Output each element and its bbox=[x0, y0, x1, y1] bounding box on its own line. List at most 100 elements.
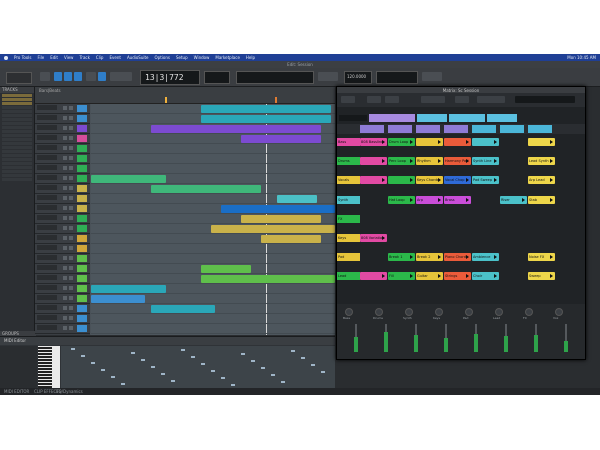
tracks-panel-item[interactable] bbox=[2, 138, 32, 141]
menu-clip[interactable]: Clip bbox=[96, 55, 104, 60]
midi-note[interactable] bbox=[261, 367, 265, 369]
transport-controls[interactable] bbox=[318, 72, 338, 81]
track-name-field[interactable] bbox=[37, 245, 57, 250]
midi-note[interactable] bbox=[281, 381, 285, 383]
black-key[interactable] bbox=[38, 350, 52, 352]
midi-note[interactable] bbox=[201, 363, 205, 365]
audio-clip[interactable] bbox=[201, 265, 251, 273]
clip-cell[interactable]: Arp Lead bbox=[528, 176, 555, 185]
black-key[interactable] bbox=[38, 353, 52, 355]
channel-fader[interactable] bbox=[354, 324, 358, 352]
mute-button[interactable] bbox=[69, 116, 73, 120]
solo-button[interactable] bbox=[63, 286, 67, 290]
menu-setup[interactable]: Setup bbox=[176, 55, 188, 60]
clip-play-icon[interactable] bbox=[494, 140, 497, 144]
track-header[interactable] bbox=[35, 294, 90, 304]
mute-button[interactable] bbox=[69, 206, 73, 210]
clip-play-icon[interactable] bbox=[466, 159, 469, 164]
mute-button[interactable] bbox=[69, 326, 73, 330]
clip-cell[interactable]: Pad Sweep bbox=[472, 176, 499, 185]
matrix-view-button[interactable] bbox=[341, 96, 355, 103]
track-name-field[interactable] bbox=[37, 285, 57, 290]
midi-note[interactable] bbox=[291, 350, 295, 352]
menu-options[interactable]: Options bbox=[155, 55, 170, 60]
midi-note-grid[interactable] bbox=[61, 346, 335, 389]
row-label-vocals[interactable]: Vocals bbox=[337, 176, 360, 185]
channel-fader[interactable] bbox=[444, 324, 448, 352]
mute-button[interactable] bbox=[69, 156, 73, 160]
clip-play-icon[interactable] bbox=[382, 159, 385, 164]
midi-note[interactable] bbox=[111, 376, 115, 378]
track-header[interactable] bbox=[35, 204, 90, 214]
row-label-fx[interactable]: FX bbox=[337, 214, 360, 223]
clip-cell[interactable]: 808 Variation bbox=[360, 234, 387, 242]
clip-play-icon[interactable] bbox=[466, 197, 469, 202]
solo-button[interactable] bbox=[63, 226, 67, 230]
pencil-tool-button[interactable] bbox=[98, 72, 106, 81]
track-name-field[interactable] bbox=[37, 145, 57, 150]
midi-note[interactable] bbox=[71, 348, 75, 350]
tracks-panel-item[interactable] bbox=[2, 126, 32, 129]
menu-view[interactable]: View bbox=[64, 55, 74, 60]
black-key[interactable] bbox=[38, 362, 52, 364]
clip-play-icon[interactable] bbox=[410, 197, 413, 202]
apple-icon[interactable] bbox=[4, 55, 8, 60]
track-header[interactable] bbox=[35, 284, 90, 294]
clip-cell[interactable]: Break 1 bbox=[388, 253, 415, 262]
track-name-field[interactable] bbox=[37, 125, 57, 130]
black-key[interactable] bbox=[38, 374, 52, 376]
mute-button[interactable] bbox=[69, 136, 73, 140]
scene-color-chip[interactable] bbox=[444, 125, 468, 133]
clip-grid[interactable]: Bass Drums Vocals Synth FX Keys Pad Lead 808 Bas… bbox=[337, 134, 585, 304]
tracks-panel-item[interactable] bbox=[2, 114, 32, 117]
tracks-panel-item[interactable] bbox=[2, 102, 32, 105]
clip-cell[interactable] bbox=[444, 138, 471, 146]
row-label-bass[interactable]: Bass bbox=[337, 138, 360, 146]
mute-button[interactable] bbox=[69, 296, 73, 300]
clip-play-icon[interactable] bbox=[382, 274, 385, 279]
clip-cell[interactable]: Keys Chords bbox=[416, 176, 443, 185]
midi-track-list[interactable] bbox=[0, 346, 37, 389]
pan-knob[interactable] bbox=[465, 308, 473, 316]
audio-clip[interactable] bbox=[151, 305, 215, 313]
channel-fader[interactable] bbox=[474, 324, 478, 352]
marker[interactable] bbox=[165, 97, 167, 103]
scene-color-chip[interactable] bbox=[416, 125, 440, 133]
clip-play-icon[interactable] bbox=[438, 140, 441, 144]
clip-cell[interactable]: Choir bbox=[472, 272, 499, 281]
clip-play-icon[interactable] bbox=[410, 274, 413, 279]
mute-button[interactable] bbox=[69, 146, 73, 150]
mute-button[interactable] bbox=[69, 236, 73, 240]
tracks-panel-item[interactable] bbox=[2, 146, 32, 149]
tracks-panel-item[interactable] bbox=[2, 178, 32, 181]
clip-play-icon[interactable] bbox=[550, 140, 553, 144]
clip-cell[interactable]: Perc Loop bbox=[388, 157, 415, 166]
selection-display[interactable] bbox=[236, 71, 314, 84]
track-name-field[interactable] bbox=[37, 195, 57, 200]
track-header[interactable] bbox=[35, 274, 90, 284]
solo-button[interactable] bbox=[63, 246, 67, 250]
track-name-field[interactable] bbox=[37, 205, 57, 210]
mute-button[interactable] bbox=[69, 266, 73, 270]
black-key[interactable] bbox=[38, 368, 52, 370]
track-name-field[interactable] bbox=[37, 165, 57, 170]
clip-cell[interactable]: Sweep bbox=[528, 272, 555, 281]
main-counter[interactable]: 13|3|772 bbox=[140, 70, 200, 85]
track-header[interactable] bbox=[35, 304, 90, 314]
pan-knob[interactable] bbox=[375, 308, 383, 316]
menu-window[interactable]: Window bbox=[194, 55, 210, 60]
track-header[interactable] bbox=[35, 264, 90, 274]
clip-cell[interactable]: Brass bbox=[444, 195, 471, 204]
track-header[interactable] bbox=[35, 174, 90, 184]
menu-edit[interactable]: Edit bbox=[50, 55, 58, 60]
clip-play-icon[interactable] bbox=[382, 236, 385, 240]
midi-note[interactable] bbox=[181, 349, 185, 351]
mute-button[interactable] bbox=[69, 276, 73, 280]
audio-clip[interactable] bbox=[211, 225, 335, 233]
pan-knob[interactable] bbox=[435, 308, 443, 316]
clip-play-icon[interactable] bbox=[522, 197, 525, 202]
solo-button[interactable] bbox=[63, 166, 67, 170]
track-header[interactable] bbox=[35, 114, 90, 124]
clip-cell[interactable]: Noise FX bbox=[528, 253, 555, 262]
scene-color-chip[interactable] bbox=[528, 125, 552, 133]
